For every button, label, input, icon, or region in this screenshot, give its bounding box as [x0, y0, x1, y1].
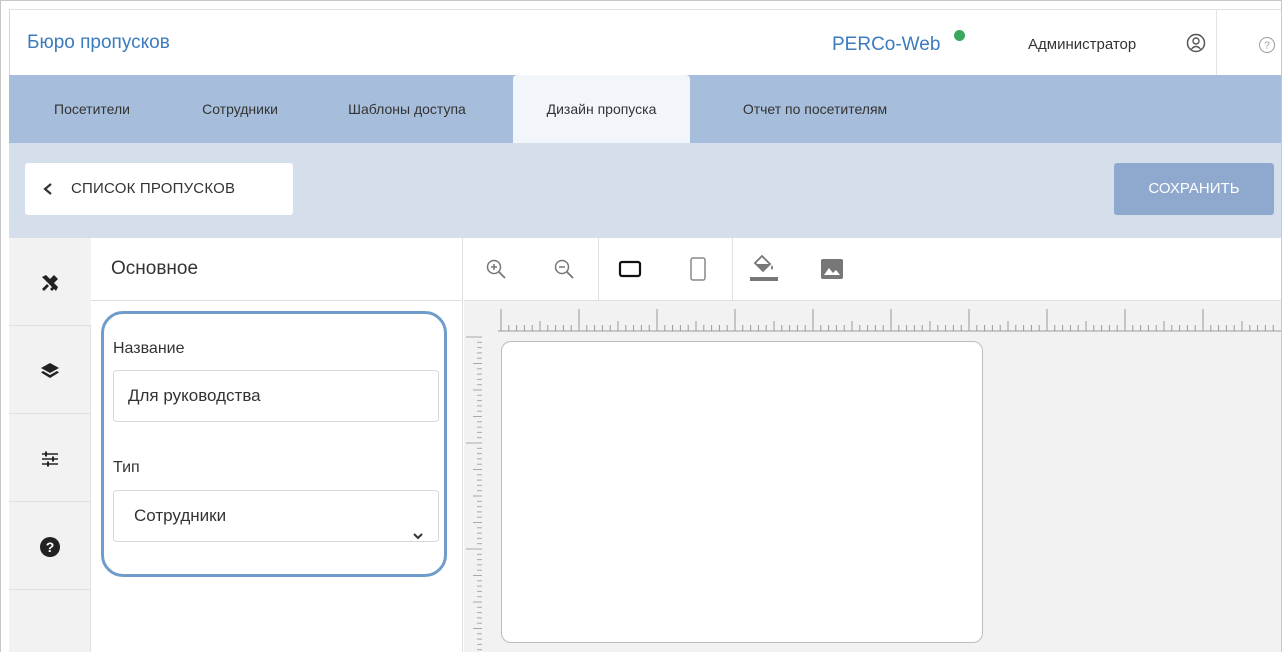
pass-design-card[interactable]	[501, 341, 983, 643]
chevron-down-icon	[412, 511, 424, 540]
image-icon	[821, 259, 843, 279]
help-circle-icon: ?	[40, 537, 60, 557]
panel-title: Основное	[111, 258, 199, 279]
horizontal-ruler	[498, 301, 1281, 335]
panel-header: Основное	[91, 238, 463, 301]
toolbar-divider	[598, 238, 599, 301]
nav-item-tools[interactable]	[9, 238, 91, 326]
tab-employees[interactable]: Сотрудники	[177, 75, 303, 143]
nav-item-layers[interactable]	[9, 326, 91, 414]
properties-panel: Основное Название Для руководства Тип Со…	[91, 238, 463, 652]
sliders-icon	[42, 451, 58, 467]
help-icon[interactable]: ?	[1258, 36, 1276, 54]
nav-item-settings[interactable]	[9, 414, 91, 502]
tab-access-templates[interactable]: Шаблоны доступа	[323, 75, 491, 143]
brand-name: PERCo-Web	[832, 34, 941, 55]
portrait-button[interactable]	[680, 251, 716, 287]
fill-color-icon	[750, 254, 778, 281]
type-select-value: Сотрудники	[134, 506, 227, 525]
type-label: Тип	[113, 459, 140, 476]
online-status-dot	[954, 30, 965, 41]
layers-icon	[41, 363, 59, 378]
user-name[interactable]: Администратор	[1028, 36, 1136, 53]
nav-item-help[interactable]: ?	[9, 502, 91, 590]
main-tabs: Посетители Сотрудники Шаблоны доступа Ди…	[9, 75, 1281, 143]
zoom-in-icon	[486, 259, 506, 279]
zoom-out-button[interactable]	[546, 251, 582, 287]
type-select[interactable]: Сотрудники	[113, 490, 439, 542]
top-header: Бюро пропусков PERCo-Web Администратор ?	[9, 9, 1281, 76]
user-icon[interactable]	[1186, 33, 1206, 53]
zoom-in-button[interactable]	[478, 251, 514, 287]
app-title[interactable]: Бюро пропусков	[27, 32, 170, 54]
back-button-label: СПИСОК ПРОПУСКОВ	[71, 180, 236, 197]
svg-text:?: ?	[46, 539, 55, 555]
svg-text:?: ?	[1264, 41, 1270, 52]
chevron-left-icon	[41, 181, 55, 197]
landscape-button[interactable]	[612, 251, 648, 287]
vertical-ruler	[466, 336, 482, 651]
zoom-out-icon	[554, 259, 574, 279]
fill-color-button[interactable]	[746, 251, 782, 287]
name-field[interactable]: Для руководства	[113, 370, 439, 422]
save-button[interactable]: СОХРАНИТЬ	[1114, 163, 1274, 215]
canvas-toolbar	[464, 238, 1281, 301]
action-bar: СПИСОК ПРОПУСКОВ СОХРАНИТЬ	[9, 143, 1281, 238]
toolbar-divider	[732, 238, 733, 301]
tools-icon	[42, 275, 58, 291]
left-nav: ?	[9, 238, 91, 652]
image-button[interactable]	[814, 251, 850, 287]
tab-visitors[interactable]: Посетители	[29, 75, 155, 143]
editor-content: ? Основное Название Для руководства Тип …	[9, 238, 1281, 652]
portrait-icon	[690, 257, 706, 281]
landscape-icon	[618, 260, 642, 278]
tab-pass-design[interactable]: Дизайн пропуска	[513, 75, 690, 143]
back-to-pass-list-button[interactable]: СПИСОК ПРОПУСКОВ	[25, 163, 293, 215]
tab-visitor-report[interactable]: Отчет по посетителям	[709, 75, 921, 143]
name-label: Название	[113, 340, 185, 357]
app-frame: Бюро пропусков PERCo-Web Администратор ?…	[0, 0, 1282, 652]
header-divider	[1216, 10, 1217, 76]
design-canvas-area	[464, 238, 1281, 652]
